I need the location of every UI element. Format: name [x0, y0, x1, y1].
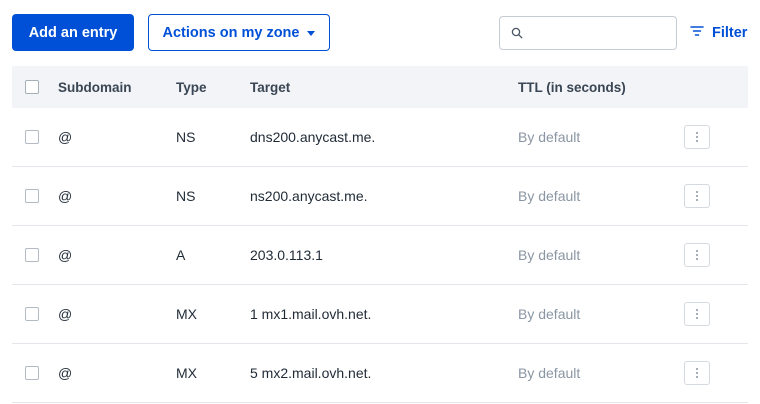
ttl-cell: By default [518, 247, 581, 263]
search-icon [510, 26, 524, 40]
ttl-cell: By default [518, 129, 581, 145]
filter-label: Filter [712, 25, 748, 41]
subdomain-cell: @ [58, 247, 73, 263]
type-cell: A [176, 247, 186, 263]
row-checkbox[interactable] [25, 130, 39, 144]
table-header: Subdomain Type Target TTL (in seconds) [12, 66, 748, 108]
table-row: @ MX 5 mx2.mail.ovh.net. By default [12, 344, 748, 403]
add-entry-button[interactable]: Add an entry [12, 14, 134, 51]
target-cell: ns200.anycast.me. [250, 188, 368, 204]
row-actions-menu-icon[interactable] [684, 184, 710, 208]
type-cell: MX [176, 306, 197, 322]
row-actions-menu-icon[interactable] [684, 125, 710, 149]
row-checkbox[interactable] [25, 366, 39, 380]
table-row: @ MX 1 mx1.mail.ovh.net. By default [12, 285, 748, 344]
filter-button[interactable]: Filter [690, 22, 747, 44]
subdomain-cell: @ [58, 365, 73, 381]
target-cell: 1 mx1.mail.ovh.net. [250, 306, 372, 322]
row-actions-menu-icon[interactable] [684, 302, 710, 326]
select-all-checkbox[interactable] [25, 80, 39, 94]
subdomain-cell: @ [58, 306, 73, 322]
ttl-cell: By default [518, 365, 581, 381]
search-input[interactable] [530, 18, 674, 48]
type-cell: MX [176, 365, 197, 381]
subdomain-cell: @ [58, 129, 73, 145]
filter-icon [690, 25, 704, 41]
row-checkbox[interactable] [25, 189, 39, 203]
table-row: @ NS ns200.anycast.me. By default [12, 167, 748, 226]
table-row: @ A 203.0.113.1 By default [12, 226, 748, 285]
ttl-cell: By default [518, 306, 581, 322]
subdomain-cell: @ [58, 188, 73, 204]
type-cell: NS [176, 129, 196, 145]
target-cell: 203.0.113.1 [250, 247, 323, 263]
row-actions-menu-icon[interactable] [684, 361, 710, 385]
ttl-cell: By default [518, 188, 581, 204]
row-actions-menu-icon[interactable] [684, 243, 710, 267]
target-cell: dns200.anycast.me. [250, 129, 376, 145]
actions-on-zone-dropdown[interactable]: Actions on my zone [148, 14, 330, 51]
dns-records-table: Subdomain Type Target TTL (in seconds) @… [12, 66, 748, 403]
column-header-ttl: TTL (in seconds) [518, 79, 626, 95]
caret-down-icon [307, 30, 316, 36]
actions-on-zone-label: Actions on my zone [162, 24, 300, 41]
row-checkbox[interactable] [25, 248, 39, 262]
type-cell: NS [176, 188, 196, 204]
column-header-target: Target [250, 79, 291, 95]
table-row: @ NS dns200.anycast.me. By default [12, 108, 748, 167]
search-field [499, 16, 677, 50]
column-header-subdomain: Subdomain [58, 79, 132, 95]
target-cell: 5 mx2.mail.ovh.net. [250, 365, 372, 381]
row-checkbox[interactable] [25, 307, 39, 321]
column-header-type: Type [176, 79, 207, 95]
